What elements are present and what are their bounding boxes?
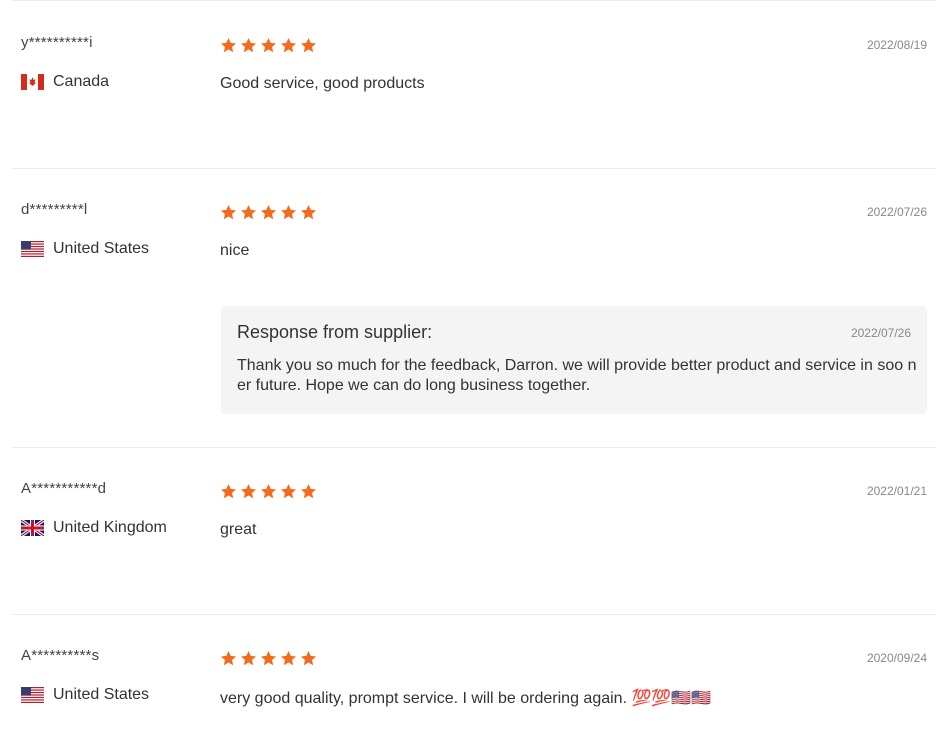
country-name: United States — [53, 686, 150, 703]
review-item: A**********s United States 2020/09/24 ve… — [12, 615, 936, 756]
review-item: d*********l United States 2022/07/26 nic… — [12, 169, 936, 448]
star-icon — [260, 204, 277, 221]
star-icon — [260, 37, 277, 54]
country-name: United States — [53, 240, 150, 257]
star-icon — [240, 650, 257, 667]
review-date: 2022/08/19 — [866, 38, 927, 52]
review-date: 2020/09/24 — [866, 651, 927, 665]
star-icon — [280, 37, 297, 54]
star-rating — [220, 204, 320, 221]
star-icon — [300, 204, 317, 221]
reviewer-country: United States — [21, 686, 149, 704]
response-title: Response from supplier: — [237, 322, 433, 342]
star-icon — [220, 483, 237, 500]
reviewer-country: United States — [21, 240, 149, 258]
star-icon — [240, 37, 257, 54]
review-date: 2022/01/21 — [866, 484, 927, 498]
review-list: y**********i Canada 2022/08/19 Good serv… — [0, 0, 947, 756]
star-icon — [300, 483, 317, 500]
star-icon — [280, 483, 297, 500]
star-icon — [220, 37, 237, 54]
uk-flag-icon — [21, 520, 44, 536]
star-icon — [280, 204, 297, 221]
response-date: 2022/07/26 — [850, 326, 911, 340]
response-text: Thank you so much for the feedback, Darr… — [237, 357, 917, 394]
reviewer-name: A***********d — [21, 480, 107, 497]
review-date: 2022/07/26 — [866, 205, 927, 219]
reviewer-name: y**********i — [21, 34, 93, 51]
country-name: Canada — [53, 73, 110, 90]
review-item: A***********d United Kingdom 2022/01/21 … — [12, 448, 936, 615]
star-icon — [280, 650, 297, 667]
reviewer-name: d*********l — [21, 201, 88, 218]
star-icon — [240, 483, 257, 500]
star-icon — [260, 483, 277, 500]
star-icon — [220, 204, 237, 221]
star-icon — [240, 204, 257, 221]
reviewer-country: United Kingdom — [21, 519, 167, 537]
star-rating — [220, 650, 320, 667]
review-comment: nice — [220, 242, 250, 259]
review-item: y**********i Canada 2022/08/19 Good serv… — [12, 0, 936, 169]
star-icon — [300, 650, 317, 667]
star-icon — [260, 650, 277, 667]
review-comment: great — [220, 521, 257, 538]
review-comment: very good quality, prompt service. I wil… — [220, 690, 712, 707]
review-comment: Good service, good products — [220, 75, 425, 92]
star-rating — [220, 37, 320, 54]
us-flag-icon — [21, 241, 44, 257]
star-icon — [220, 650, 237, 667]
star-rating — [220, 483, 320, 500]
us-flag-icon — [21, 687, 44, 703]
reviewer-country: Canada — [21, 73, 109, 91]
canada-flag-icon — [21, 74, 44, 90]
star-icon — [300, 37, 317, 54]
country-name: United Kingdom — [53, 519, 167, 536]
reviewer-name: A**********s — [21, 647, 100, 664]
supplier-response: Response from supplier: 2022/07/26 Thank… — [221, 306, 927, 414]
